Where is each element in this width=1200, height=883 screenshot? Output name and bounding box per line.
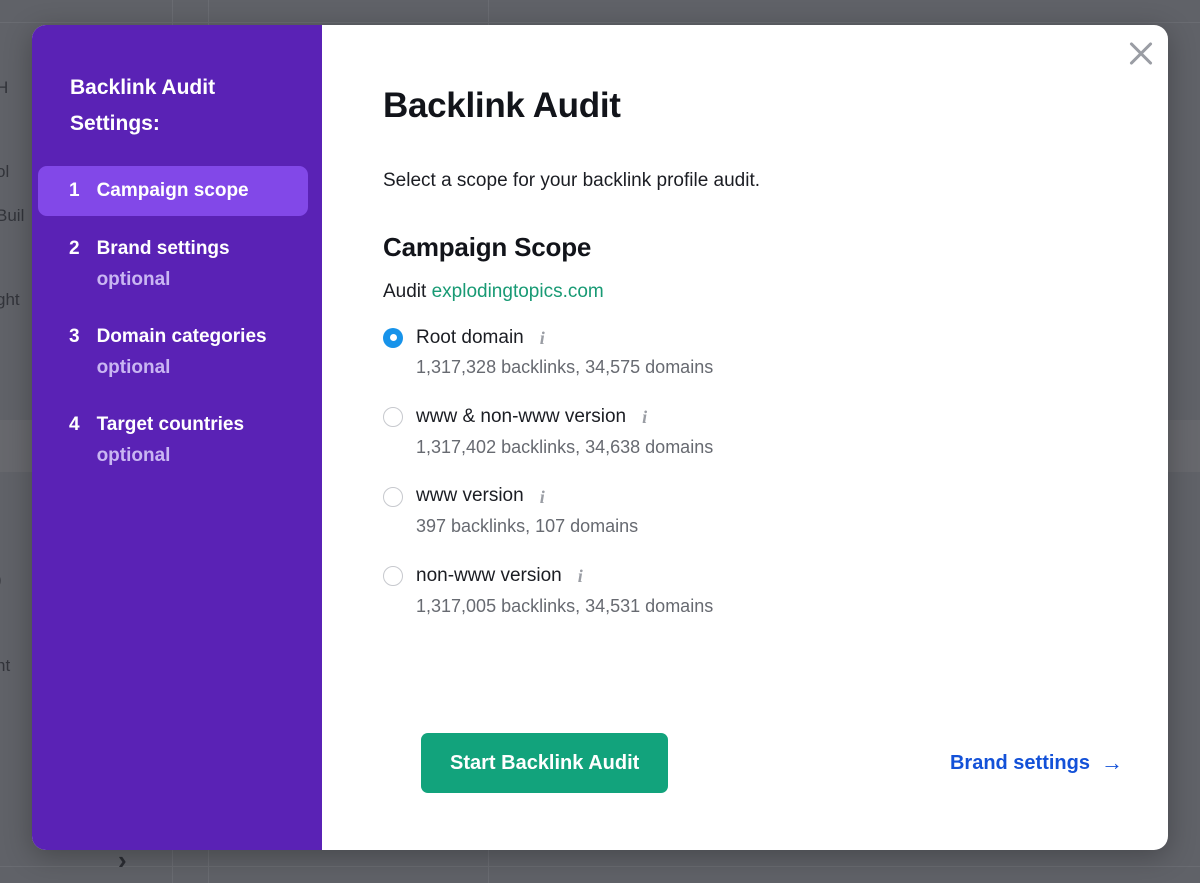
step-number: 3: [69, 326, 80, 348]
scope-option-www-version[interactable]: www version i 397 backlinks, 107 domains: [383, 485, 1168, 537]
background-text-fragment: H: [0, 78, 9, 97]
background-text-fragment: Buil: [0, 206, 25, 225]
background-row-divider: [0, 22, 1200, 23]
sidebar-step-domain-categories[interactable]: 3 Domain categories optional: [38, 312, 308, 392]
background-text-fragment: ght: [0, 290, 20, 309]
background-expand-chevron-icon: ›: [118, 845, 127, 875]
modal-content: Backlink Audit Select a scope for your b…: [322, 25, 1168, 850]
brand-settings-label: Brand settings: [949, 751, 1090, 774]
scope-option-non-www-version[interactable]: non-www version i 1,317,005 backlinks, 3…: [383, 565, 1168, 617]
audit-target-line: Audit explodingtopics.com: [383, 281, 1168, 303]
backlink-audit-settings-modal: Backlink Audit Settings: 1 Campaign scop…: [32, 25, 1168, 850]
close-icon[interactable]: [1124, 36, 1158, 70]
background-text-fragment: ol: [0, 162, 10, 181]
step-optional-label: optional: [96, 356, 171, 378]
step-number: 1: [69, 180, 80, 202]
option-label: non-www version: [416, 564, 562, 586]
option-label: www & non-www version: [416, 405, 627, 427]
start-backlink-audit-button[interactable]: Start Backlink Audit: [421, 733, 669, 793]
step-optional-label: optional: [96, 268, 171, 290]
scope-option-www-and-non-www[interactable]: www & non-www version i 1,317,402 backli…: [383, 406, 1168, 458]
brand-settings-link[interactable]: Brand settings →: [950, 752, 1123, 775]
sidebar-step-brand-settings[interactable]: 2 Brand settings optional: [38, 224, 308, 304]
step-optional-label: optional: [96, 445, 171, 467]
option-stats: 397 backlinks, 107 domains: [416, 516, 639, 537]
page-title: Backlink Audit: [383, 86, 621, 125]
info-icon[interactable]: i: [578, 567, 583, 585]
step-number: 4: [69, 414, 80, 436]
scope-radio-group: Root domain i 1,317,328 backlinks, 34,57…: [383, 327, 1168, 618]
step-label: Target countries: [96, 414, 245, 436]
info-icon[interactable]: i: [540, 488, 545, 506]
info-icon[interactable]: i: [540, 329, 545, 347]
option-stats: 1,317,402 backlinks, 34,638 domains: [416, 436, 714, 457]
option-stats: 1,317,005 backlinks, 34,531 domains: [416, 595, 714, 616]
step-label: Brand settings: [96, 237, 230, 259]
sidebar-step-campaign-scope[interactable]: 1 Campaign scope: [38, 166, 308, 216]
option-stats: 1,317,328 backlinks, 34,575 domains: [416, 357, 714, 378]
background-row-divider: [0, 866, 1200, 867]
background-text-fragment: nt: [0, 656, 11, 675]
audit-prefix-label: Audit: [383, 280, 427, 302]
modal-sidebar: Backlink Audit Settings: 1 Campaign scop…: [32, 25, 322, 850]
page-subtitle: Select a scope for your backlink profile…: [383, 170, 761, 191]
radio-www-and-non-www[interactable]: [383, 407, 403, 428]
scope-option-root-domain[interactable]: Root domain i 1,317,328 backlinks, 34,57…: [383, 327, 1168, 379]
step-label: Campaign scope: [96, 180, 249, 202]
info-icon[interactable]: i: [642, 408, 647, 426]
step-number: 2: [69, 237, 80, 259]
arrow-right-icon: →: [1101, 750, 1123, 775]
sidebar-title: Backlink Audit Settings:: [70, 76, 216, 136]
option-label: Root domain: [416, 326, 524, 348]
radio-www-version[interactable]: [383, 486, 403, 507]
modal-footer: Start Backlink Audit Brand settings →: [421, 733, 1123, 793]
option-label: www version: [416, 485, 524, 507]
audit-domain-link[interactable]: explodingtopics.com: [432, 281, 604, 302]
radio-non-www-version[interactable]: [383, 566, 403, 587]
step-label: Domain categories: [96, 326, 267, 348]
radio-root-domain[interactable]: [383, 327, 403, 348]
background-text-fragment: ): [0, 570, 2, 590]
section-title-campaign-scope: Campaign Scope: [383, 231, 592, 262]
sidebar-step-target-countries[interactable]: 4 Target countries optional: [38, 400, 308, 480]
